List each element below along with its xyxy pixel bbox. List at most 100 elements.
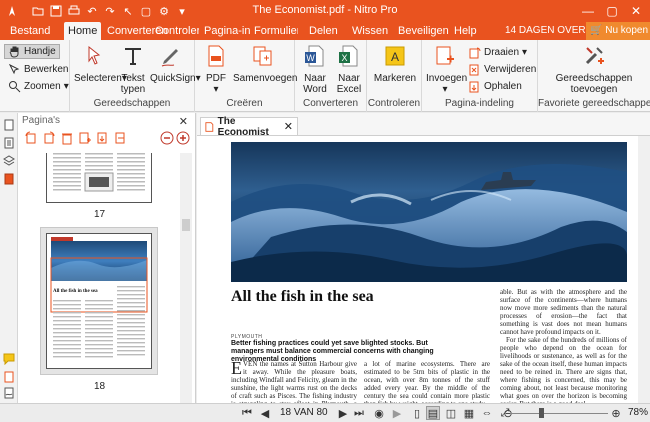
- text-icon: [125, 48, 141, 65]
- stormy-sea-image: [231, 142, 627, 282]
- next-page-icon[interactable]: ▶: [336, 406, 350, 420]
- quicksign-button[interactable]: QuickSign▾: [150, 44, 201, 84]
- insert-label: Invoegen: [426, 73, 468, 84]
- create-group-label: Creëren: [226, 98, 263, 109]
- select-label: Selecteren: [74, 73, 122, 84]
- chevron-down-icon: ▾: [63, 81, 69, 92]
- buy-now-button[interactable]: 🛒 Nu kopen: [586, 22, 650, 40]
- rotate-left-icon[interactable]: [24, 131, 38, 145]
- zoom-in-icon[interactable]: [176, 131, 190, 145]
- page-indicator[interactable]: 18 VAN 80: [280, 407, 328, 418]
- close-icon[interactable]: ✕: [179, 115, 188, 128]
- facing-view-icon[interactable]: ◫: [444, 406, 458, 420]
- ribbon-tab-bar: Bestand Home Converteren Controleren Pag…: [0, 22, 650, 40]
- pen-sign-icon: [161, 49, 178, 67]
- comments-icon[interactable]: [3, 353, 15, 366]
- zoom-slider[interactable]: [512, 413, 608, 414]
- edit-tool-button[interactable]: Bewerken: [8, 62, 68, 77]
- ribbon-group-modes: Handje Bewerken Zoomen ▾: [0, 40, 70, 112]
- output-icon[interactable]: [3, 371, 15, 383]
- select-cursor-icon: [88, 45, 101, 65]
- facing-continuous-view-icon[interactable]: ▦: [462, 406, 476, 420]
- zoom-in-icon[interactable]: ⊕: [610, 406, 622, 420]
- insert-page-icon[interactable]: [78, 131, 92, 145]
- tab-help[interactable]: Help: [450, 22, 481, 40]
- article-column-1: E VEN the names at Sutton Harbour give it…: [231, 359, 357, 403]
- signatures-icon[interactable]: [3, 387, 15, 399]
- page-thumbnail[interactable]: [46, 153, 152, 203]
- layers-icon[interactable]: [3, 155, 15, 167]
- play-icon[interactable]: ▶: [390, 406, 404, 420]
- fit-width-icon[interactable]: ⇔: [480, 406, 494, 420]
- highlight-label: Markeren: [373, 73, 417, 84]
- attachments-icon[interactable]: [3, 173, 15, 185]
- thumbnail-page-number: 17: [93, 209, 106, 220]
- pages-panel-header: Pagina's ✕: [22, 115, 192, 131]
- excel-icon: X: [339, 45, 358, 67]
- first-page-icon[interactable]: ⏮: [240, 406, 254, 420]
- zoom-slider-handle[interactable]: [538, 408, 544, 418]
- tab-file[interactable]: Bestand: [6, 22, 54, 40]
- tab-share[interactable]: Delen: [305, 22, 342, 40]
- last-page-icon[interactable]: ⏭: [352, 406, 366, 420]
- pages-panel-icon[interactable]: [3, 119, 15, 131]
- close-icon[interactable]: ✕: [284, 120, 293, 133]
- document-page-view[interactable]: All the fish in the sea PLYMOUTH Better …: [197, 135, 650, 403]
- rotate-right-icon[interactable]: [42, 131, 56, 145]
- rotate-label: Draaien: [484, 47, 520, 58]
- tab-forms[interactable]: Formulieren: [250, 22, 298, 40]
- rotate-button[interactable]: Draaien ▾: [468, 45, 527, 60]
- close-icon[interactable]: ✕: [624, 2, 648, 20]
- zoom-tool-button[interactable]: Zoomen ▾: [8, 79, 69, 94]
- page-layout-group-label: Pagina-indeling: [445, 98, 514, 109]
- merge-files-icon: [253, 46, 272, 66]
- type-text-button[interactable]: Tekst typen: [118, 44, 148, 95]
- page-thumbnail-current[interactable]: All the fish in the sea: [46, 233, 152, 369]
- status-bar: ⏮ ◀ 18 VAN 80 ▶ ⏭ ◉ ▶ ▯ ▤ ◫ ▦ ⇔ ⤢ ⊖ ⊕ 78…: [0, 403, 650, 422]
- bookmarks-icon[interactable]: [3, 137, 15, 149]
- tab-page-layout[interactable]: Pagina-indeling: [200, 22, 250, 40]
- delete-pages-button[interactable]: Verwijderen: [468, 62, 536, 77]
- hand-tool-button[interactable]: Handje: [4, 44, 60, 59]
- document-area: The Economist ✕ All the fish in the sea …: [197, 113, 650, 403]
- svg-text:W: W: [306, 53, 315, 63]
- create-pdf-button[interactable]: PDF ▾: [201, 44, 231, 95]
- document-tab[interactable]: The Economist ✕: [200, 116, 298, 138]
- maximize-icon[interactable]: ▢: [600, 2, 624, 20]
- ribbon-group-convert: W Naar Word X Naar Excel Converteren: [295, 40, 367, 112]
- to-excel-button[interactable]: X Naar Excel: [333, 44, 365, 95]
- replace-page-icon[interactable]: [114, 131, 128, 145]
- insert-page-icon: [436, 46, 454, 65]
- edit-tool-label: Bewerken: [24, 64, 69, 75]
- zoom-percentage: 78%: [628, 407, 649, 418]
- article-paragraph: For the sake of the hundreds of millions…: [500, 336, 627, 403]
- add-tools-button[interactable]: Gereedschappen toevoegen: [546, 44, 642, 95]
- zoom-out-icon[interactable]: [160, 131, 174, 145]
- previous-page-icon[interactable]: ◀: [258, 406, 272, 420]
- merge-button[interactable]: Samenvoegen: [233, 44, 298, 84]
- scrollbar-thumb[interactable]: [182, 219, 190, 231]
- title-bar: ↶ ↷ ↖ ▢ ⚙ ▾ The Economist.pdf - Nitro Pr…: [0, 0, 650, 22]
- extract-page-icon: [469, 81, 479, 93]
- delete-pages-label: Verwijderen: [484, 64, 537, 75]
- extract-page-icon[interactable]: [96, 131, 110, 145]
- single-page-view-icon[interactable]: ▯: [410, 406, 424, 420]
- continuous-view-icon[interactable]: ▤: [426, 406, 440, 420]
- thumbnail-scrollbar[interactable]: [180, 153, 192, 403]
- minimize-icon[interactable]: —: [576, 2, 600, 20]
- trial-days-left: 14 DAGEN OVER: [505, 25, 586, 36]
- tab-erase[interactable]: Wissen: [348, 22, 392, 40]
- highlight-button[interactable]: A Markeren: [371, 44, 419, 84]
- to-word-button[interactable]: W Naar Word: [299, 44, 331, 95]
- insert-button[interactable]: Invoegen ▾: [426, 44, 468, 95]
- trash-icon[interactable]: [60, 131, 74, 145]
- merge-label: Samenvoegen: [233, 73, 298, 84]
- zoom-tool-label: Zoomen: [24, 81, 61, 92]
- select-button[interactable]: Selecteren▾: [74, 44, 127, 84]
- tab-secure[interactable]: Beveiligen: [394, 22, 453, 40]
- back-icon[interactable]: ◉: [372, 406, 386, 420]
- tab-home[interactable]: Home: [64, 22, 102, 40]
- extract-pages-button[interactable]: Ophalen: [468, 79, 522, 94]
- document-scrollbar[interactable]: [638, 136, 650, 403]
- tab-review[interactable]: Controleren: [151, 22, 199, 40]
